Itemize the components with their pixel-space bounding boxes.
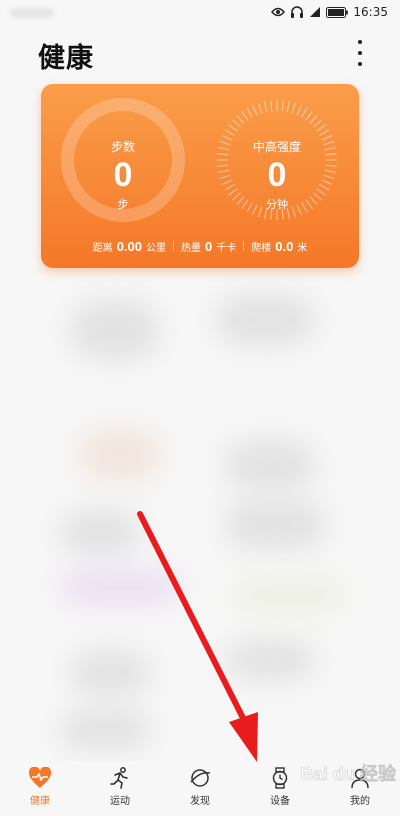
status-bar: 16:35 <box>0 0 400 26</box>
blurred-card <box>60 710 150 750</box>
intensity-tick <box>319 129 330 137</box>
intensity-tick <box>236 115 245 124</box>
steps-unit: 步 <box>117 198 129 211</box>
distance-label: 距离 <box>92 243 113 254</box>
intensity-tick <box>313 119 322 128</box>
blurred-card <box>235 580 345 610</box>
blurred-card <box>60 570 180 605</box>
more-options-button[interactable] <box>354 40 366 66</box>
floors-unit: 米 <box>297 243 308 254</box>
more-vertical-icon-dot <box>358 51 362 55</box>
intensity-tick <box>257 102 263 114</box>
blurred-card <box>225 640 315 680</box>
planet-icon <box>190 769 211 787</box>
floors-label: 爬楼 <box>251 243 272 254</box>
activity-summary-card[interactable]: 步数 0 步 中高强度 0 分钟 距离 0.00 公里 热量 0 千卡 爬楼 0… <box>41 84 359 268</box>
intensity-tick <box>281 100 284 112</box>
more-vertical-icon <box>358 40 362 44</box>
distance-value: 0.00 <box>116 239 142 254</box>
blurred-card <box>70 300 160 360</box>
intensity-tick <box>246 107 254 118</box>
intensity-ring[interactable]: 中高强度 0 分钟 <box>215 98 339 222</box>
floors-value: 0.0 <box>275 239 294 254</box>
watch-icon <box>272 767 288 789</box>
calories-value: 0 <box>205 239 213 254</box>
intensity-tick <box>232 119 241 128</box>
intensity-tick <box>241 111 249 121</box>
nav-label: 设备 <box>270 796 290 807</box>
intensity-tick <box>296 104 302 116</box>
intensity-label: 中高强度 <box>252 140 301 154</box>
blurred-card <box>225 500 325 550</box>
blurred-card <box>60 510 140 555</box>
floors-stat: 爬楼 0.0 米 <box>244 239 314 254</box>
nav-item-exercise[interactable]: 运动 <box>80 762 160 816</box>
intensity-tick <box>316 124 326 132</box>
intensity-unit: 分钟 <box>266 198 288 211</box>
intensity-tick <box>286 101 291 113</box>
intensity-value: 0 <box>267 156 287 194</box>
status-time: 16:35 <box>353 5 388 19</box>
page-title: 健康 <box>38 43 94 74</box>
intensity-tick <box>263 101 268 113</box>
steps-label: 步数 <box>110 140 135 154</box>
intensity-tick <box>309 115 318 124</box>
calories-label: 热量 <box>181 243 201 254</box>
running-icon <box>110 767 128 789</box>
status-notifications-blurred <box>10 8 54 18</box>
eye-icon <box>271 7 286 17</box>
calories-stat: 热量 0 千卡 <box>174 239 243 254</box>
intensity-tick <box>252 104 258 116</box>
signal-icon <box>310 7 321 17</box>
headphones-icon <box>291 6 304 18</box>
battery-icon <box>326 6 349 18</box>
nav-item-health[interactable]: 健康 <box>0 762 80 816</box>
steps-ring[interactable]: 步数 0 步 <box>61 98 185 222</box>
nav-item-discover[interactable]: 发现 <box>160 762 240 816</box>
more-vertical-icon-dot <box>358 62 362 66</box>
blurred-card <box>70 650 150 695</box>
distance-stat: 距离 0.00 公里 <box>86 239 173 254</box>
blurred-card <box>215 295 315 345</box>
nav-label: 健康 <box>30 796 50 807</box>
intensity-tick <box>300 107 308 118</box>
blurred-card <box>80 430 160 480</box>
nav-label: 发现 <box>190 796 210 807</box>
blurred-card <box>225 440 315 490</box>
calories-unit: 千卡 <box>216 243 237 254</box>
intensity-tick <box>291 102 297 114</box>
steps-value: 0 <box>113 156 133 194</box>
intensity-tick <box>270 100 273 112</box>
heart-pulse-icon <box>28 767 52 788</box>
intensity-tick <box>228 124 238 132</box>
status-icons: 16:35 <box>271 5 388 19</box>
intensity-tick <box>224 129 235 137</box>
nav-label: 运动 <box>110 796 130 807</box>
distance-unit: 公里 <box>146 243 166 254</box>
stats-row: 距离 0.00 公里 热量 0 千卡 爬楼 0.0 米 <box>41 239 359 254</box>
intensity-tick <box>305 111 313 121</box>
watermark-text: Bai du 经验 <box>300 763 397 784</box>
baidu-watermark: Bai du 经验 <box>300 763 398 785</box>
